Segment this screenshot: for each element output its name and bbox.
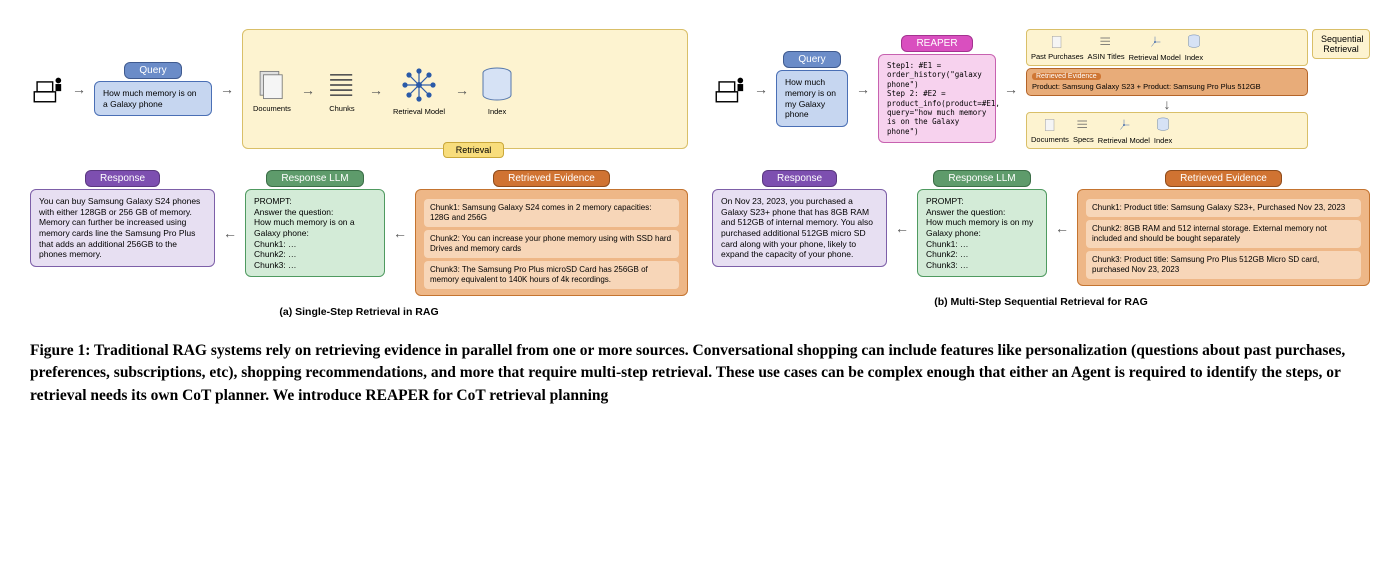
user-icon [30, 72, 64, 106]
panel-a-caption: (a) Single-Step Retrieval in RAG [30, 306, 688, 318]
llm-label: Response LLM [266, 170, 363, 187]
response-label: Response [85, 170, 160, 187]
index-icon: Index [479, 65, 515, 116]
documents-icon: Documents [253, 68, 291, 113]
panel-b: → Query How much memory is on my Galaxy … [712, 14, 1370, 318]
response-box: On Nov 23, 2023, you purchased a Galaxy … [712, 189, 887, 267]
evidence-chunk: Chunk1: Samsung Galaxy S24 comes in 2 me… [424, 199, 679, 227]
arrow-icon: → [72, 81, 86, 97]
inner-retrieval-2: Documents Specs Retrieval Model Index [1026, 112, 1308, 149]
retrieval-pipeline: Documents → Chunks → Retrieval Model → I… [242, 29, 688, 149]
chunks-icon: Chunks [325, 68, 359, 113]
retrieval-model-icon: Retrieval Model [393, 65, 445, 116]
response-box: You can buy Samsung Galaxy S24 phones wi… [30, 189, 215, 267]
reaper-box: Step1: #E1 = order_history("galaxy phone… [878, 54, 996, 143]
evidence-chunk: Chunk3: The Samsung Pro Plus microSD Car… [424, 261, 679, 289]
intermediate-evidence: Retrieved Evidence Product: Samsung Gala… [1026, 68, 1308, 96]
llm-box: PROMPT: Answer the question: How much me… [245, 189, 385, 277]
inner-retrieval-1: Past Purchases ASIN Titles Retrieval Mod… [1026, 29, 1308, 66]
user-icon [712, 72, 746, 106]
query-box: How much memory is on my Galaxy phone [776, 70, 848, 127]
evidence-chunk: Chunk3: Product title: Samsung Pro Plus … [1086, 251, 1361, 279]
panel-b-caption: (b) Multi-Step Sequential Retrieval for … [712, 296, 1370, 308]
evidence-chunk: Chunk2: 8GB RAM and 512 internal storage… [1086, 220, 1361, 248]
panel-a: → Query How much memory is on a Galaxy p… [30, 14, 688, 318]
query-box: How much memory is on a Galaxy phone [94, 81, 212, 116]
evidence-box: Chunk1: Product title: Samsung Galaxy S2… [1077, 189, 1370, 286]
response-label: Response [762, 170, 837, 187]
arrow-icon: → [220, 81, 234, 97]
reaper-label: REAPER [901, 35, 972, 52]
query-label: Query [124, 62, 181, 79]
sequential-retrieval-label: Sequential Retrieval [1312, 29, 1370, 59]
evidence-box: Chunk1: Samsung Galaxy S24 comes in 2 me… [415, 189, 688, 296]
evidence-chunk: Chunk1: Product title: Samsung Galaxy S2… [1086, 199, 1361, 217]
evidence-label: Retrieved Evidence [493, 170, 610, 187]
query-label: Query [783, 51, 840, 68]
evidence-label: Retrieved Evidence [1165, 170, 1282, 187]
llm-label: Response LLM [933, 170, 1030, 187]
llm-box: PROMPT: Answer the question: How much me… [917, 189, 1047, 277]
evidence-chunk: Chunk2: You can increase your phone memo… [424, 230, 679, 258]
figure-caption: Figure 1: Traditional RAG systems rely o… [30, 340, 1370, 407]
retrieval-label: Retrieval [443, 142, 505, 158]
figure-panels: → Query How much memory is on a Galaxy p… [30, 14, 1370, 318]
